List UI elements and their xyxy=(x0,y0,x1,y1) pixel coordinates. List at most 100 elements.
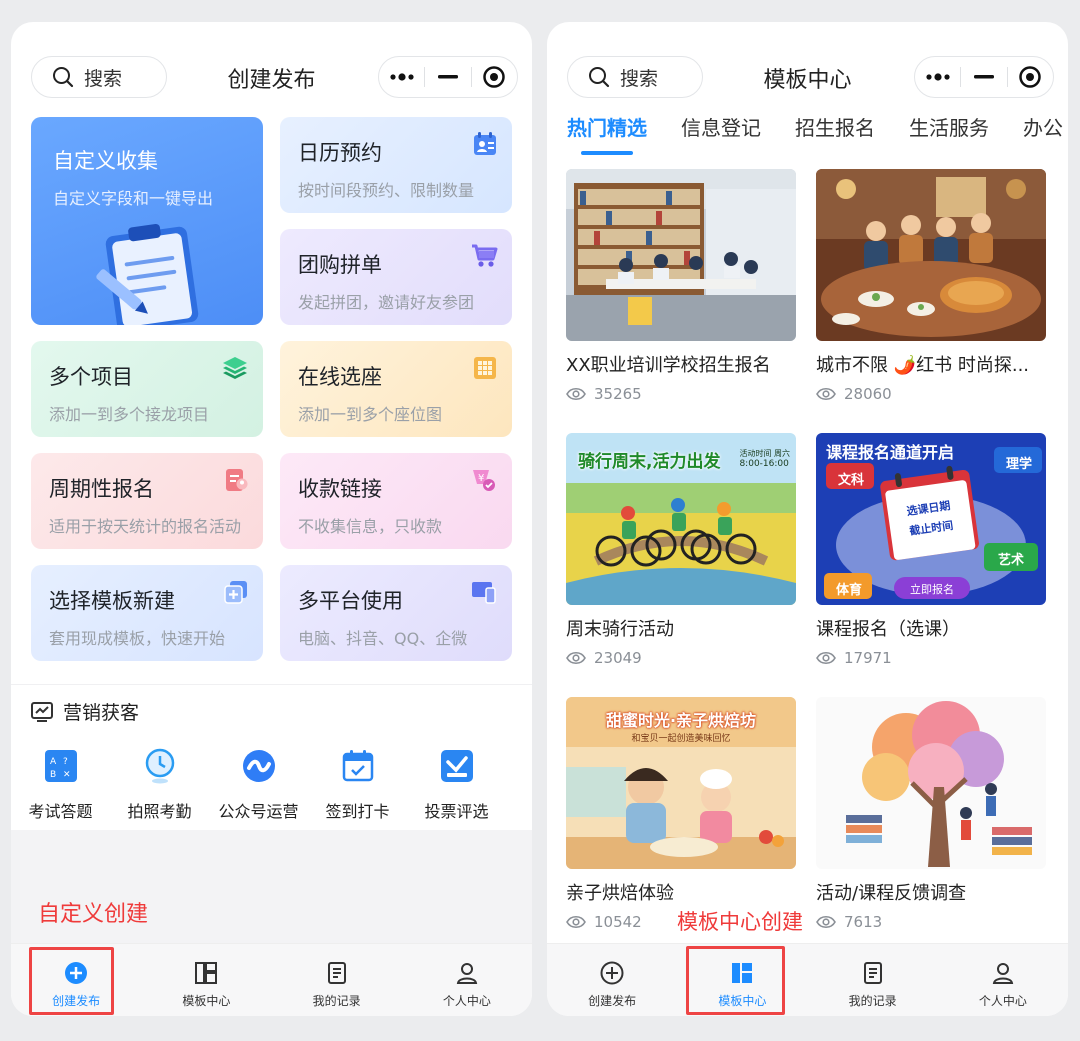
tab-label: 我的记录 xyxy=(312,994,361,1008)
view-number: 17971 xyxy=(844,649,892,667)
search-label: 搜索 xyxy=(620,67,659,90)
more-dots-icon xyxy=(390,73,414,81)
category-hot[interactable]: 热门精选 xyxy=(567,112,647,155)
card-subtitle: 添加一到多个接龙项目 xyxy=(49,405,210,424)
card-subtitle: 发起拼团，邀请好友参团 xyxy=(298,293,475,312)
highlight-box xyxy=(29,947,114,1015)
view-number: 28060 xyxy=(844,385,892,403)
view-count: 23049 xyxy=(566,649,796,667)
vote-item[interactable]: 投票评选 xyxy=(407,746,506,822)
search-box[interactable]: 搜索 xyxy=(567,56,703,98)
tab-personal-center[interactable]: 个人中心 xyxy=(402,944,532,1016)
more-button[interactable] xyxy=(379,57,424,97)
template-card[interactable]: 活动/课程反馈调查 7613 xyxy=(816,697,1046,931)
search-icon xyxy=(53,67,74,88)
template-name: 亲子烘焙体验 xyxy=(566,883,674,904)
calendar-booking-card[interactable]: 日历预约 按时间段预约、限制数量 xyxy=(280,117,512,213)
tab-personal-center[interactable]: 个人中心 xyxy=(938,944,1068,1016)
template-create-card[interactable]: 选择模板新建 套用现成模板，快速开始 xyxy=(31,565,263,661)
minimize-button[interactable] xyxy=(425,57,470,97)
multi-platform-card[interactable]: 多平台使用 电脑、抖音、QQ、企微 xyxy=(280,565,512,661)
template-center-screen: 搜索 模板中心 热门精选 信息登记 招生报名 生活服务 办公 XX职业培训学校招… xyxy=(547,22,1068,1016)
template-card[interactable]: 甜蜜时光·亲子烘焙坊 和宝贝一起创造美味回忆 亲子烘焙体验 10542 xyxy=(566,697,796,931)
template-name: 城市不限 🌶️红书 时尚探... xyxy=(816,355,1030,376)
template-card[interactable]: 骑行周末,活力出发 活动时间 周六 8:00-16:00 周末骑行活动 2304… xyxy=(566,433,796,667)
payment-link-card[interactable]: 收款链接 不收集信息，只收款 ¥ xyxy=(280,453,512,549)
mini-program-capsule xyxy=(914,56,1054,98)
page-title: 模板中心 xyxy=(763,68,852,93)
tab-label: 个人中心 xyxy=(442,994,491,1008)
checkin-item[interactable]: 签到打卡 xyxy=(308,746,407,822)
view-number: 35265 xyxy=(594,385,642,403)
card-subtitle: 适用于按天统计的报名活动 xyxy=(49,517,242,536)
category-office[interactable]: 办公 xyxy=(1023,112,1063,141)
eye-icon xyxy=(816,387,836,401)
view-number: 23049 xyxy=(594,649,642,667)
trend-chart-icon xyxy=(31,701,53,722)
category-life[interactable]: 生活服务 xyxy=(909,112,989,141)
thumbnail-time-label: 活动时间 周六 xyxy=(739,449,790,458)
exam-answer-item[interactable]: A? B ✕ 考试答题 xyxy=(11,746,110,822)
seat-selection-card[interactable]: 在线选座 添加一到多个座位图 xyxy=(280,341,512,437)
nav-bar: 搜索 模板中心 xyxy=(547,56,1068,100)
tab-create-publish[interactable]: 创建发布 xyxy=(547,944,677,1016)
group-buy-card[interactable]: 团购拼单 发起拼团，邀请好友参团 xyxy=(280,229,512,325)
tab-my-records[interactable]: 我的记录 xyxy=(808,944,938,1016)
multi-item-card[interactable]: 多个项目 添加一到多个接龙项目 xyxy=(31,341,263,437)
template-thumbnail xyxy=(816,697,1046,869)
minus-icon xyxy=(973,75,994,79)
periodic-signup-card[interactable]: 周期性报名 适用于按天统计的报名活动 xyxy=(31,453,263,549)
search-box[interactable]: 搜索 xyxy=(31,56,167,98)
view-count: 17971 xyxy=(816,649,1046,667)
eye-icon xyxy=(816,651,836,665)
template-card[interactable]: XX职业培训学校招生报名 35265 xyxy=(566,169,796,403)
tab-label: 创建发布 xyxy=(588,994,637,1008)
clipboard-illustration-icon xyxy=(96,223,199,325)
svg-text:?: ? xyxy=(63,757,68,767)
devices-icon xyxy=(472,582,496,604)
add-copy-icon xyxy=(224,581,247,604)
wave-logo-icon xyxy=(242,750,275,782)
category-info[interactable]: 信息登记 xyxy=(681,112,761,141)
tab-label: 个人中心 xyxy=(978,994,1027,1008)
tab-template-center[interactable]: 模板中心 xyxy=(141,944,271,1016)
card-subtitle: 套用现成模板，快速开始 xyxy=(49,629,226,648)
template-card[interactable]: 课程报名通道开启 文科 理学 体育 艺术 选课日期 截止时间 立即报名 课程报名… xyxy=(816,433,1046,667)
marketing-title: 营销获客 xyxy=(63,702,140,724)
clock-pin-icon xyxy=(145,748,174,784)
marketing-tools: A? B ✕ 考试答题 拍照考勤 公众号运营 签到打卡 投票评选 xyxy=(11,746,532,822)
nav-bar: 搜索 创建发布 xyxy=(11,56,532,100)
template-name: 课程报名（选课） xyxy=(816,619,960,640)
category-enroll[interactable]: 招生报名 xyxy=(795,112,875,141)
vote-box-icon xyxy=(440,750,473,782)
thumbnail-title: 甜蜜时光·亲子烘焙坊 xyxy=(605,711,757,730)
template-thumbnail xyxy=(816,169,1046,341)
user-icon xyxy=(456,963,478,984)
close-button[interactable] xyxy=(472,57,517,97)
document-list-icon xyxy=(863,962,882,984)
tab-my-records[interactable]: 我的记录 xyxy=(272,944,402,1016)
more-button[interactable] xyxy=(915,57,960,97)
tool-label: 签到打卡 xyxy=(325,802,390,821)
tab-label: 我的记录 xyxy=(848,994,897,1008)
minimize-button[interactable] xyxy=(961,57,1006,97)
official-account-item[interactable]: 公众号运营 xyxy=(209,746,308,822)
card-subtitle: 添加一到多个座位图 xyxy=(298,405,443,424)
close-button[interactable] xyxy=(1008,57,1053,97)
tag-wenke: 文科 xyxy=(838,473,865,488)
tag-like: 理学 xyxy=(1006,457,1033,472)
minus-icon xyxy=(437,75,458,79)
category-tabs: 热门精选 信息登记 招生报名 生活服务 办公 xyxy=(567,112,1063,155)
template-card[interactable]: 城市不限 🌶️红书 时尚探... 28060 xyxy=(816,169,1046,403)
custom-collect-card[interactable]: 自定义收集 自定义字段和一键导出 xyxy=(31,117,263,325)
photo-attendance-item[interactable]: 拍照考勤 xyxy=(110,746,209,822)
eye-icon xyxy=(816,915,836,929)
divider xyxy=(11,684,532,685)
view-number: 7613 xyxy=(844,913,883,931)
seat-grid-icon xyxy=(474,357,496,379)
target-close-icon xyxy=(483,66,506,88)
svg-text:✕: ✕ xyxy=(63,770,71,780)
svg-text:¥: ¥ xyxy=(478,473,484,484)
view-number: 10542 xyxy=(594,913,642,931)
template-thumbnail xyxy=(566,169,796,341)
